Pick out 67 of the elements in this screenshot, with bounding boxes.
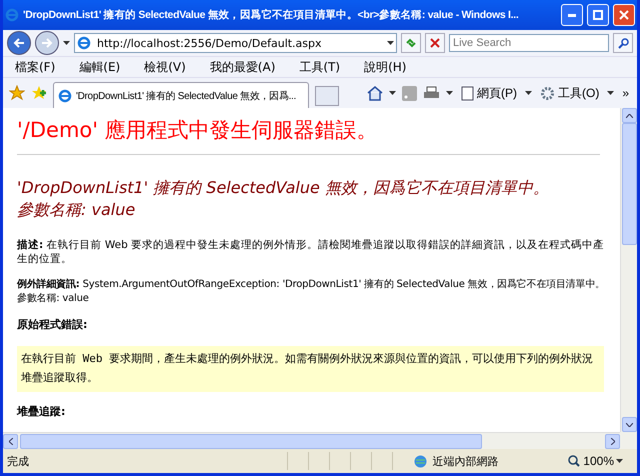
dropdown-icon[interactable]	[607, 91, 614, 95]
dropdown-icon[interactable]	[388, 91, 396, 95]
minimize-button[interactable]	[561, 4, 583, 26]
stop-button[interactable]	[425, 33, 445, 53]
refresh-button[interactable]	[401, 33, 421, 53]
menu-item[interactable]: 說明(H)	[364, 58, 406, 76]
error-message: 'DropDownList1' 擁有的 SelectedValue 無效，因爲它不在項目清單中。 參數名稱: value	[17, 177, 550, 222]
back-button[interactable]	[7, 31, 31, 55]
source-error-box: 在執行目前 Web 要求期間，產生未處理的例外狀況。如需有關例外狀況來源與位置的資訊，可以使用下列的例外狀況堆疊追蹤取得。	[17, 346, 604, 392]
menu-item[interactable]: 編輯(E)	[79, 58, 120, 76]
exception-details-text: 參數名稱: value	[17, 292, 90, 306]
scrollbar-corner	[620, 432, 637, 449]
dropdown-icon[interactable]	[524, 91, 532, 95]
scroll-thumb[interactable]	[20, 434, 482, 448]
home-icon[interactable]	[366, 85, 383, 101]
scroll-up-button[interactable]	[622, 108, 636, 123]
close-button[interactable]	[613, 4, 635, 26]
section-heading: 堆疊追蹤:	[17, 404, 66, 418]
magnifier-icon	[568, 455, 580, 467]
stop-icon	[430, 38, 440, 48]
more-button[interactable]: »	[620, 86, 631, 100]
exception-details-text: 例外詳細資訊: System.ArgumentOutOfRangeException: 'DropDownList1' 擁有的 SelectedValue 無效，因爲它不在項目清單中。	[17, 278, 606, 292]
menu-item[interactable]: 檢視(V)	[144, 58, 186, 76]
maximize-icon	[593, 10, 603, 20]
page-menu-button[interactable]: 網頁(P)	[458, 84, 519, 102]
menu-item[interactable]: 我的最愛(A)	[210, 58, 276, 76]
right-arrow-icon	[41, 38, 53, 48]
window-title: 'DropDownList1' 擁有的 SelectedValue 無效，因爲它不在項目清單中。<br>參數名稱: value - Windows I...	[23, 8, 520, 22]
search-field[interactable]: Live Search	[449, 34, 609, 52]
scroll-left-button[interactable]	[3, 434, 18, 448]
gear-icon	[540, 86, 555, 100]
description-text: 描述: 在執行目前 Web 要求的過程中發生未處理的例外情形。請檢閱堆疊追蹤以取得錯誤的詳細資訊，以及在程式碼中產生的位置。	[17, 238, 606, 266]
close-icon	[619, 10, 629, 20]
search-icon	[618, 38, 628, 48]
tools-menu-button[interactable]: 工具(O)	[538, 84, 602, 102]
minimize-icon	[568, 14, 576, 16]
zoom-button[interactable]: 100%	[566, 454, 616, 468]
forward-button[interactable]	[35, 31, 59, 55]
printer-icon[interactable]	[422, 86, 440, 100]
status-text: 完成	[6, 454, 30, 468]
scroll-thumb[interactable]	[622, 123, 636, 245]
star-icon[interactable]	[9, 85, 25, 101]
add-favorite-icon[interactable]	[31, 85, 47, 101]
dropdown-icon[interactable]	[446, 91, 453, 95]
page-heading: '/Demo' 應用程式中發生伺服器錯誤。	[17, 117, 379, 144]
dropdown-icon[interactable]	[387, 41, 394, 45]
dropdown-icon[interactable]	[616, 459, 623, 463]
section-heading: 原始程式錯誤:	[17, 317, 88, 332]
horizontal-scrollbar[interactable]	[3, 432, 620, 449]
page-icon	[77, 36, 91, 50]
security-zone-text: 近端內部網路	[431, 454, 500, 468]
address-field[interactable]: http://localhost:2556/Demo/Default.aspx	[74, 33, 397, 53]
page-icon	[58, 88, 72, 102]
maximize-button[interactable]	[587, 4, 609, 26]
scroll-right-button[interactable]	[605, 434, 620, 448]
browser-tab[interactable]: 'DropDownList1' 擁有的 SelectedValue 無效，因爲...	[53, 82, 309, 108]
search-button[interactable]	[613, 33, 633, 53]
history-dropdown-icon[interactable]	[63, 41, 70, 45]
browser-logo-icon	[5, 8, 19, 22]
left-arrow-icon	[13, 38, 25, 48]
globe-icon	[413, 454, 428, 468]
scroll-down-button[interactable]	[622, 417, 636, 432]
page-icon	[460, 86, 474, 100]
menu-item[interactable]: 檔案(F)	[15, 58, 56, 76]
menu-item[interactable]: 工具(T)	[299, 58, 340, 76]
vertical-scrollbar[interactable]	[620, 108, 637, 432]
refresh-icon	[405, 37, 417, 49]
